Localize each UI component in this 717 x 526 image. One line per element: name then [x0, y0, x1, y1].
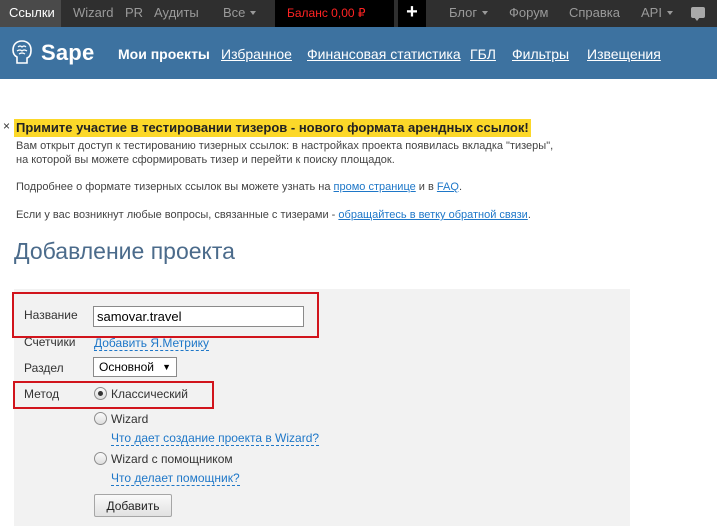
page-title: Добавление проекта [14, 238, 235, 264]
add-funds-button[interactable]: + [398, 0, 426, 27]
assistant-help-link[interactable]: Что делает помощник? [111, 472, 240, 486]
topbar-api-dropdown[interactable]: API [641, 0, 673, 27]
topbar-blog-label: Блог [449, 5, 478, 20]
main-nav: Sape Мои проекты Избранное Финансовая ст… [0, 27, 717, 79]
method-wizard-label: Wizard [111, 412, 149, 426]
topbar-tab-pr[interactable]: PR [125, 0, 143, 27]
faq-link[interactable]: FAQ [437, 181, 459, 193]
nav-item-filters[interactable]: Фильтры [512, 46, 569, 62]
topbar-link-help[interactable]: Справка [569, 0, 620, 27]
notice-line-4: Если у вас возникнут любые вопросы, связ… [16, 208, 531, 223]
topbar-all-dropdown[interactable]: Все [223, 0, 257, 27]
notice-line-2: на которой вы можете сформировать тизер … [16, 154, 395, 166]
nav-item-gbl[interactable]: ГБЛ [470, 46, 496, 62]
notice-text: Подробнее о формате тизерных ссылок вы м… [16, 181, 334, 193]
chat-icon[interactable] [691, 7, 705, 21]
topbar-all-label: Все [223, 5, 246, 20]
method-assistant-label: Wizard с помощником [111, 452, 233, 466]
section-label: Раздел [24, 361, 64, 375]
balance-widget[interactable]: Баланс 0,00 ₽ [275, 0, 394, 27]
notice-title: Примите участие в тестировании тизеров -… [14, 119, 531, 137]
close-icon[interactable]: × [3, 119, 10, 133]
notice-text: . [458, 181, 462, 193]
wizard-help-link[interactable]: Что дает создание проекта в Wizard? [111, 432, 320, 446]
notice-line-1: Вам открыт доступ к тестированию тизерны… [16, 140, 554, 152]
promo-page-link[interactable]: промо странице [334, 181, 416, 193]
add-project-button[interactable]: Добавить [94, 494, 172, 517]
chevron-down-icon [666, 10, 673, 15]
nav-item-finance-stats[interactable]: Финансовая статистика [307, 46, 461, 62]
highlight-box-name [12, 292, 319, 338]
topbar-blog-dropdown[interactable]: Блог [449, 0, 489, 27]
method-assistant-radio[interactable] [94, 452, 107, 465]
nav-item-favorites[interactable]: Избранное [221, 46, 292, 62]
topbar-tab-audits[interactable]: Аудиты [154, 0, 199, 27]
chevron-down-icon [250, 10, 257, 15]
nav-item-my-projects[interactable]: Мои проекты [118, 46, 210, 62]
feedback-thread-link[interactable]: обращайтесь в ветку обратной связи [338, 209, 527, 221]
brain-logo-icon [12, 40, 32, 64]
chevron-down-icon [482, 10, 489, 15]
notice-text: . [527, 209, 531, 221]
highlight-box-method [13, 381, 214, 409]
notice-text: Если у вас возникнут любые вопросы, связ… [16, 209, 339, 221]
topbar-link-forum[interactable]: Форум [509, 0, 549, 27]
balance-label: Баланс 0,00 ₽ [287, 6, 366, 20]
section-select[interactable]: Основной ▼ [93, 357, 177, 377]
method-wizard-radio[interactable] [94, 412, 107, 425]
topbar-tab-links[interactable]: Ссылки [0, 0, 61, 27]
logo-text[interactable]: Sape [41, 40, 94, 66]
top-bar: Ссылки Wizard PR Аудиты Все Баланс 0,00 … [0, 0, 717, 27]
section-select-value: Основной [99, 360, 155, 374]
topbar-tab-wizard[interactable]: Wizard [73, 0, 113, 27]
topbar-api-label: API [641, 5, 662, 20]
add-metrika-link[interactable]: Добавить Я.Метрику [94, 337, 210, 351]
nav-item-notifications[interactable]: Извещения [587, 46, 661, 62]
chevron-down-icon: ▼ [162, 362, 171, 372]
notice-line-3: Подробнее о формате тизерных ссылок вы м… [16, 180, 462, 195]
notice-text: и в [415, 181, 437, 193]
